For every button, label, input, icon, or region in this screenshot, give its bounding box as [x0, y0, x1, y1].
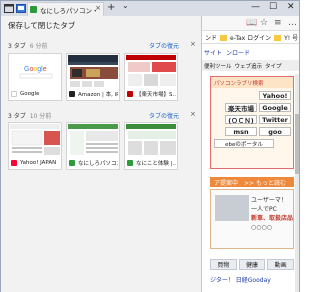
category-tab-video[interactable]: 動画: [267, 259, 295, 270]
site-nav: サイト ンロード: [202, 45, 299, 59]
quicklink-google[interactable]: Google: [259, 103, 291, 112]
tab-strip: なにしろパソコン・ドットコム × + ⌄ — ☐ ✕: [1, 1, 299, 16]
category-tabs: 買物 健康 動画: [210, 259, 295, 270]
folder-icon: [274, 34, 282, 41]
fav-item[interactable]: ンド: [205, 33, 217, 42]
tabs-aside-icon[interactable]: [15, 3, 27, 14]
card-caption: Google: [20, 90, 40, 97]
quicklink-goo[interactable]: goo: [259, 127, 291, 136]
amazon-icon: [69, 90, 75, 97]
web-page: 📖 ☆ ≡ … ンド e-Tax ログイン Y! 号 サイト ンロード 便利ツー…: [202, 16, 299, 292]
category-tab-health[interactable]: 健康: [238, 259, 266, 270]
footer-link[interactable]: ジター！ 日経Gooday: [210, 275, 271, 284]
group-2-close-icon[interactable]: ×: [190, 110, 196, 118]
hub-icon[interactable]: ≡: [274, 18, 282, 28]
scrollbar[interactable]: [295, 74, 299, 292]
quicklink-msn[interactable]: msn: [225, 127, 257, 136]
fav-item[interactable]: e-Tax ログイン: [230, 33, 271, 42]
group-2-time: 10 分前: [29, 113, 52, 120]
nav-item[interactable]: 便利ツール: [204, 62, 232, 70]
quicklink-portal[interactable]: ebeのポータル: [214, 139, 274, 148]
favorite-star-icon[interactable]: ☆: [260, 18, 268, 28]
fav-item[interactable]: Y! 号: [284, 33, 298, 42]
group-2-count: 3 タブ: [8, 113, 26, 120]
card-caption: なにしろパソコン...: [78, 160, 118, 167]
promo-line-3: 新車、取扱店品: [251, 215, 294, 222]
search-portal-box: パソコンラブリ検索 Yahoo! 楽天市場 Google (ＯＣＮ) Twitt…: [210, 76, 294, 169]
maximize-button[interactable]: ☐: [269, 2, 277, 12]
card-nanishiro[interactable]: なにしろパソコン...: [66, 122, 120, 170]
promo-text: ユーザーマ！ 一人でPC 新車、取扱店品 ○○○○: [251, 196, 293, 232]
scrollbar-thumb[interactable]: [295, 114, 299, 174]
tab-preview-icon[interactable]: [3, 3, 15, 14]
folder-icon: [220, 34, 228, 41]
card-yahoo[interactable]: Yahoo! JAPAN: [8, 122, 62, 170]
nanikoto-icon: [127, 159, 133, 166]
group-1-header: 3 タブ 6 分前: [8, 41, 47, 50]
card-amazon[interactable]: Amazon | 本, iPh...: [66, 53, 120, 101]
group-1-count: 3 タブ: [8, 43, 26, 50]
rakuten-icon: [127, 90, 133, 97]
minimize-button[interactable]: —: [251, 2, 260, 12]
google-thumbnail: Google: [10, 55, 60, 88]
tab-title: なにしろパソコン・ドットコム: [40, 6, 96, 15]
quicklink-yahoo[interactable]: Yahoo!: [259, 91, 291, 100]
close-button[interactable]: ✕: [287, 2, 295, 12]
card-caption: Yahoo! JAPAN: [20, 159, 57, 166]
tab-list-icon[interactable]: ⌄: [122, 1, 129, 10]
set-aside-tabs-panel: 保存して閉じたタブ 3 タブ 6 分前 タブの復元 × Google Google: [1, 16, 202, 292]
category-tab-shopping[interactable]: 買物: [210, 259, 237, 270]
promo-box: ユーザーマ！ 一人でPC 新車、取扱店品 ○○○○: [210, 189, 294, 249]
nanishiro-favicon-icon: [30, 6, 37, 13]
more-icon[interactable]: …: [288, 18, 297, 28]
card-google[interactable]: Google Google: [8, 53, 62, 101]
card-caption: なにこと体験 |...: [136, 160, 176, 167]
amazon-thumbnail: [68, 55, 118, 88]
promo-band[interactable]: ア提案中 >> もっと読む: [210, 177, 294, 187]
google-icon: [11, 90, 17, 97]
nav-item[interactable]: ンロード: [226, 48, 250, 57]
portal-band: パソコンラブリ検索: [211, 77, 293, 88]
site-nav-2: 便利ツール ウェブ追示 タイプ: [202, 60, 299, 71]
card-rakuten[interactable]: 【楽天市場】S...: [124, 53, 178, 101]
tab-close-icon[interactable]: ×: [95, 4, 101, 12]
nanishiro-thumbnail: [68, 124, 118, 157]
promo-line-1: ユーザーマ！: [251, 197, 287, 204]
nav-item[interactable]: サイト: [204, 48, 222, 57]
tab-nanishiro[interactable]: なにしろパソコン・ドットコム ×: [27, 2, 104, 16]
rakuten-thumbnail: [126, 55, 176, 88]
group-1-restore-link[interactable]: タブの復元: [149, 41, 179, 50]
quicklink-rakuten[interactable]: 楽天市場: [225, 103, 257, 113]
group-2-header: 3 タブ 10 分前: [8, 111, 51, 120]
promo-more[interactable]: ○○○○: [251, 224, 272, 231]
group-1-time: 6 分前: [29, 43, 48, 50]
address-bar: 📖 ☆ ≡ …: [202, 16, 299, 31]
card-nanikoto[interactable]: なにこと体験 |...: [124, 122, 178, 170]
card-caption: 【楽天市場】S...: [136, 91, 176, 98]
favorites-bar: ンド e-Tax ログイン Y! 号: [202, 32, 299, 44]
reading-view-icon[interactable]: 📖: [246, 18, 257, 28]
nav-item[interactable]: ウェブ追示: [235, 62, 263, 70]
panel-title: 保存して閉じたタブ: [8, 21, 76, 30]
quicklink-ocn[interactable]: (ＯＣＮ): [225, 115, 257, 125]
yahoo-icon: [11, 159, 17, 166]
promo-line-2: 一人でPC: [251, 206, 277, 213]
promo-image: [215, 195, 249, 221]
svg-text:Google: Google: [24, 66, 47, 73]
yahoo-thumbnail: [10, 124, 60, 157]
group-2-restore-link[interactable]: タブの復元: [149, 111, 179, 120]
quicklink-twitter[interactable]: Twitter: [259, 115, 291, 124]
nanikoto-thumbnail: [126, 124, 176, 157]
new-tab-button[interactable]: +: [107, 2, 115, 13]
nanishiro-icon: [69, 159, 75, 166]
browser-window: なにしろパソコン・ドットコム × + ⌄ — ☐ ✕ 保存して閉じたタブ 3 タ…: [0, 0, 300, 292]
nav-item[interactable]: タイプ: [265, 62, 282, 70]
card-caption: Amazon | 本, iPh...: [78, 91, 118, 98]
group-1-close-icon[interactable]: ×: [190, 40, 196, 48]
